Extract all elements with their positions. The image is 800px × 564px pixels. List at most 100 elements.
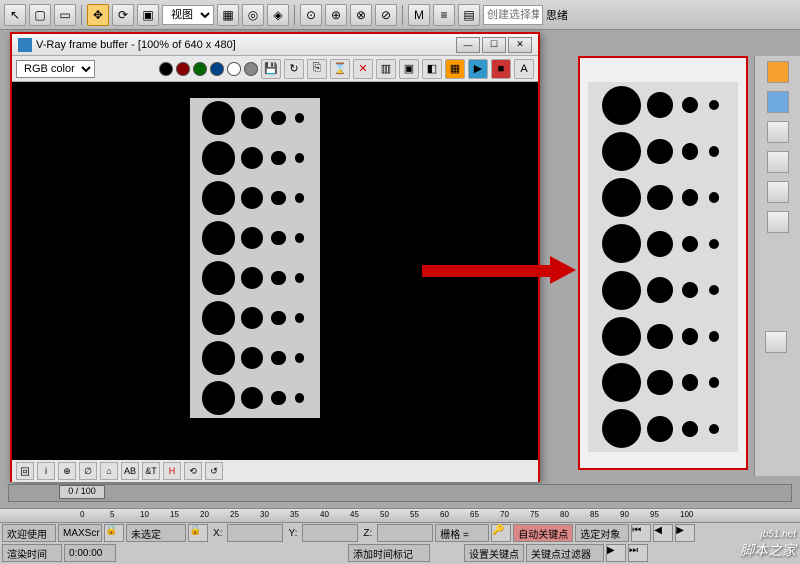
tool-1-icon[interactable]: ▦ — [217, 4, 239, 26]
snap-3-icon[interactable]: ⊗ — [350, 4, 372, 26]
play-prev-icon[interactable]: ◀ — [653, 524, 673, 542]
snap-2-icon[interactable]: ⊕ — [325, 4, 347, 26]
bb-0[interactable]: 回 — [16, 462, 34, 480]
ruler-tick: 85 — [590, 510, 599, 519]
key-mode-icon[interactable]: 🔑 — [491, 524, 511, 542]
render-time-label: 渲染时间 — [2, 544, 62, 562]
save-icon[interactable]: 💾 — [261, 59, 281, 79]
motion-tab-icon[interactable] — [767, 151, 789, 173]
mirror-icon[interactable]: M — [408, 4, 430, 26]
scale-tool-icon[interactable]: ▣ — [137, 4, 159, 26]
auto-key-button[interactable]: 自动关键点 — [513, 524, 573, 542]
levels-icon[interactable]: ▥ — [376, 59, 396, 79]
hierarchy-tab-icon[interactable] — [767, 121, 789, 143]
snap-4-icon[interactable]: ⊘ — [375, 4, 397, 26]
reload-icon[interactable]: ↻ — [284, 59, 304, 79]
display-tab-icon[interactable] — [767, 181, 789, 203]
vray-window-title: V-Ray frame buffer - [100% of 640 x 480] — [36, 39, 454, 51]
red-arrow-icon — [422, 256, 576, 284]
modify-tab-icon[interactable] — [767, 91, 789, 113]
frame-handle[interactable]: 0 / 100 — [59, 485, 105, 499]
bb-2[interactable]: ⊕ — [58, 462, 76, 480]
align-icon[interactable]: ≡ — [433, 4, 455, 26]
final-icon[interactable]: A — [514, 59, 534, 79]
zoom-callout — [578, 56, 748, 470]
tool-2-icon[interactable]: ◎ — [242, 4, 264, 26]
layer-icon[interactable]: ▤ — [458, 4, 480, 26]
close-button[interactable]: ✕ — [508, 37, 532, 53]
region-icon[interactable]: ▦ — [445, 59, 465, 79]
z-label: Z: — [360, 528, 375, 539]
swatch-darkred[interactable] — [176, 62, 190, 76]
grid-label: 栅格 = — [435, 524, 489, 542]
set-key-button[interactable]: 设置关键点 — [464, 544, 524, 562]
rotate-tool-icon[interactable]: ⟳ — [112, 4, 134, 26]
history-icon[interactable]: ⌛ — [330, 59, 350, 79]
z-field[interactable] — [377, 524, 433, 542]
selected-obj-dropdown[interactable]: 选定对象 — [575, 524, 629, 542]
bb-1[interactable]: i — [37, 462, 55, 480]
swatch-blue[interactable] — [210, 62, 224, 76]
move-tool-icon[interactable]: ✥ — [87, 4, 109, 26]
vray-toolbar: RGB color 💾 ↻ ⎘ ⌛ ✕ ▥ ▣ ◧ ▦ ▶ ■ A — [12, 56, 538, 82]
swatch-green[interactable] — [193, 62, 207, 76]
lock-icon[interactable]: 🔒 — [104, 524, 124, 542]
arrow-tool-icon[interactable]: ↖ — [4, 4, 26, 26]
ruler-tick: 70 — [500, 510, 509, 519]
maxscript-field[interactable]: MAXScr — [58, 524, 102, 542]
stop-icon[interactable]: ■ — [491, 59, 511, 79]
frame-ruler[interactable]: 0510152025303540455055606570758085909510… — [0, 509, 800, 523]
command-panel — [754, 56, 800, 476]
timeline-slider[interactable]: 0 / 100 — [8, 484, 792, 502]
panel-option-icon[interactable] — [765, 331, 787, 353]
snap-1-icon[interactable]: ⊙ — [300, 4, 322, 26]
play-icon[interactable]: ▶ — [675, 524, 695, 542]
rect-select-icon[interactable]: ▭ — [54, 4, 76, 26]
swatch-black[interactable] — [159, 62, 173, 76]
ruler-tick: 45 — [350, 510, 359, 519]
srgb-icon[interactable]: ◧ — [422, 59, 442, 79]
bb-4[interactable]: ⌂ — [100, 462, 118, 480]
minimize-button[interactable]: — — [456, 37, 480, 53]
rendered-perforated-panel — [190, 98, 320, 418]
bb-9[interactable]: ↺ — [205, 462, 223, 480]
key-filter-button[interactable]: 关键点过滤器 — [526, 544, 604, 562]
delete-icon[interactable]: ✕ — [353, 59, 373, 79]
copy-icon[interactable]: ⎘ — [307, 59, 327, 79]
bb-6[interactable]: &T — [142, 462, 160, 480]
swatch-white[interactable] — [227, 62, 241, 76]
x-field[interactable] — [227, 524, 283, 542]
select-tool-icon[interactable]: ▢ — [29, 4, 51, 26]
ruler-tick: 30 — [260, 510, 269, 519]
y-label: Y: — [285, 528, 300, 539]
vray-bottom-toolbar: 回 i ⊕ ∅ ⌂ AB &T H ⟲ ↺ — [12, 460, 538, 482]
add-time-tag-button[interactable]: 添加时间标记 — [348, 544, 430, 562]
bb-7[interactable]: H — [163, 462, 181, 480]
vray-app-icon — [18, 38, 32, 52]
main-toolbar: ↖ ▢ ▭ ✥ ⟳ ▣ 视图 ▦ ◎ ◈ ⊙ ⊕ ⊗ ⊘ M ≡ ▤ 思绪 — [0, 0, 800, 30]
ruler-tick: 100 — [680, 510, 693, 519]
play-end-icon[interactable]: ⏭ — [628, 544, 648, 562]
render-icon[interactable]: ▶ — [468, 59, 488, 79]
timeline[interactable]: 0 / 100 — [8, 484, 792, 506]
tool-3-icon[interactable]: ◈ — [267, 4, 289, 26]
bb-8[interactable]: ⟲ — [184, 462, 202, 480]
utilities-tab-icon[interactable] — [767, 211, 789, 233]
color-mode-dropdown[interactable]: RGB color — [16, 60, 95, 78]
maximize-button[interactable]: ☐ — [482, 37, 506, 53]
lock-selection-icon[interactable]: 🔒 — [188, 524, 208, 542]
ruler-tick: 50 — [380, 510, 389, 519]
play-next-icon[interactable]: ▶ — [606, 544, 626, 562]
selection-set-field[interactable] — [483, 5, 543, 25]
view-dropdown[interactable]: 视图 — [162, 5, 214, 25]
welcome-label: 欢迎使用 — [2, 524, 56, 542]
play-start-icon[interactable]: ⏮ — [631, 524, 651, 542]
bb-3[interactable]: ∅ — [79, 462, 97, 480]
bb-5[interactable]: AB — [121, 462, 139, 480]
vray-titlebar[interactable]: V-Ray frame buffer - [100% of 640 x 480]… — [12, 34, 538, 56]
clamp-icon[interactable]: ▣ — [399, 59, 419, 79]
swatch-grey[interactable] — [244, 62, 258, 76]
create-tab-icon[interactable] — [767, 61, 789, 83]
status-area: 0510152025303540455055606570758085909510… — [0, 508, 800, 564]
y-field[interactable] — [302, 524, 358, 542]
